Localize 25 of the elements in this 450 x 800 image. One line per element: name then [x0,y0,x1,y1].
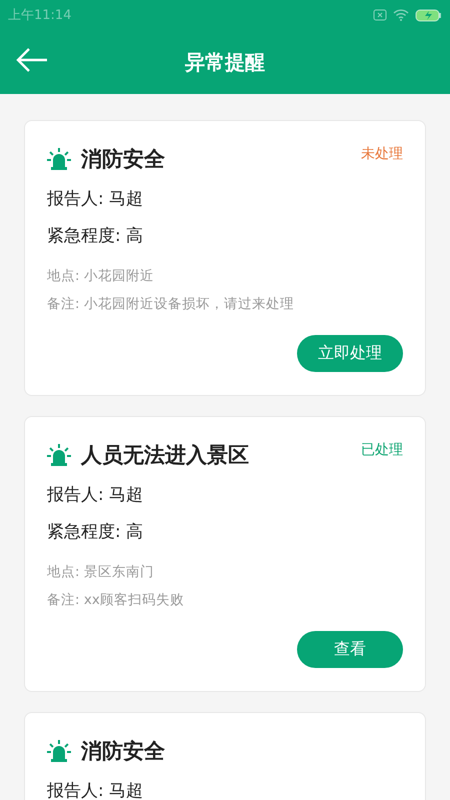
status-time: 上午11:14 [8,7,72,24]
siren-icon [47,147,71,171]
wifi-icon [393,9,409,21]
action-button[interactable]: 查看 [297,631,403,668]
location-text: 地点: 小花园附近 [47,267,155,285]
alert-title: 消防安全 [81,146,165,173]
reporter-text: 报告人: 马超 [47,780,144,800]
note-text: 备注: 小花园附近设备损坏，请过来处理 [47,295,295,313]
siren-icon [47,739,71,763]
page-title: 异常提醒 [185,48,265,76]
urgency-text: 紧急程度: 高 [47,225,144,247]
status-label: 已处理 [361,441,403,459]
siren-icon [47,443,71,467]
note-text: 备注: xx顾客扫码失败 [47,591,185,609]
action-button[interactable]: 立即处理 [297,335,403,372]
location-text: 地点: 景区东南门 [47,563,155,581]
alert-title: 人员无法进入景区 [81,442,249,469]
reporter-text: 报告人: 马超 [47,188,144,210]
sim-icon [373,9,387,21]
battery-icon [415,8,442,22]
urgency-text: 紧急程度: 高 [47,521,144,543]
status-label: 未处理 [361,145,403,163]
alert-title: 消防安全 [81,738,165,765]
back-arrow-icon[interactable] [16,46,48,74]
reporter-text: 报告人: 马超 [47,484,144,506]
